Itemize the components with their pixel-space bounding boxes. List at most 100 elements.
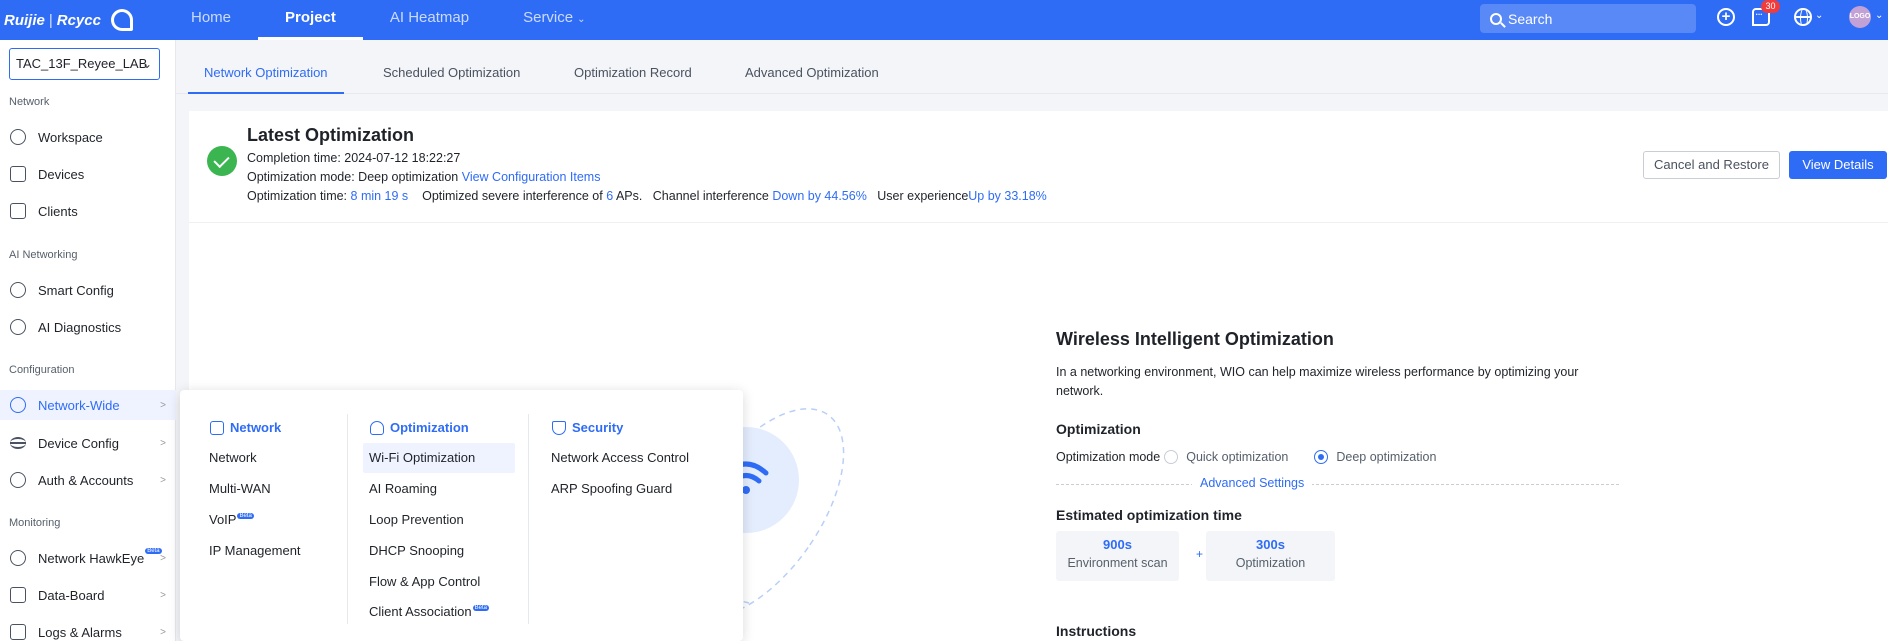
nav-service[interactable]: Service ⌄ [496,0,612,40]
optimization-time: 300s Optimization [1206,531,1335,581]
menu-security-title-label: Security [572,420,624,435]
chevron-down-icon: ⌄ [141,57,152,71]
menu-item-multi-wan[interactable]: Multi-WAN [203,474,271,504]
menu-item-loop-prevention[interactable]: Loop Prevention [363,505,464,535]
chevron-right-icon: > [160,399,166,411]
sidebar-item-label: Data-Board [38,587,105,603]
optimization-mode-field: Optimization mode Quick optimization Dee… [1056,450,1458,464]
menu-item-ip-management[interactable]: IP Management [203,536,301,566]
sidebar-item-label: Network-Wide [38,397,120,413]
quick-optimization-radio[interactable] [1164,450,1179,464]
deep-optimization-radio[interactable] [1314,450,1329,464]
sidebar-item-logs-alarms[interactable]: Logs & Alarms > [0,617,176,641]
optimization-mode-label: Optimization mode [1056,450,1161,464]
instructions-title: Instructions [1056,623,1137,639]
add-icon[interactable]: + [1717,8,1735,26]
sidebar-item-device-config[interactable]: Device Config > [0,428,176,458]
severe-suffix: APs. [613,189,643,203]
eye-icon [10,550,26,566]
menu-network-title-label: Network [230,420,282,435]
chevron-down-icon[interactable]: ⌄ [1875,10,1883,21]
tab-optimization-record[interactable]: Optimization Record [574,40,692,94]
ruijie-reyee-logo[interactable]: Ruijie | Rcycc [4,9,164,31]
cancel-restore-button[interactable]: Cancel and Restore [1643,151,1780,179]
logs-icon [10,624,26,640]
mode-label: Optimization mode: [247,170,359,184]
environment-scan-label: Environment scan [1067,556,1168,570]
search-icon [1490,12,1502,25]
sidebar-item-label: Smart Config [38,282,114,298]
deep-optimization-label[interactable]: Deep optimization [1336,450,1436,464]
sidebar-item-label: Workspace [38,129,103,145]
view-configuration-link[interactable]: View Configuration Items [462,170,601,184]
chevron-down-icon[interactable]: ⌄ [1815,10,1823,21]
view-details-button[interactable]: View Details [1789,151,1887,179]
beta-badge: Beta [145,548,162,554]
menu-item-arp-spoofing-guard[interactable]: ARP Spoofing Guard [545,474,672,504]
mode-value: Deep optimization [358,170,459,184]
sidebar-item-network-wide[interactable]: Network-Wide > [0,390,176,420]
sidebar: TAC_13F_Reyee_LAB ⌄ Network Workspace De… [0,40,176,641]
sidebar-group-configuration: Configuration [9,364,75,376]
sidebar-group-network: Network [9,96,50,108]
menu-item-flow-app-control[interactable]: Flow & App Control [363,567,480,597]
sidebar-item-network-hawkeye[interactable]: Network HawkEye Beta > [0,543,176,573]
sidebar-item-label: Auth & Accounts [38,472,134,488]
data-board-icon [10,587,26,603]
estimated-time-title: Estimated optimization time [1056,507,1242,523]
network-topology-icon [210,420,224,435]
sidebar-item-ai-diagnostics[interactable]: AI Diagnostics [0,312,176,342]
nav-project[interactable]: Project [258,0,363,40]
sliders-icon [10,437,26,449]
sidebar-item-clients[interactable]: Clients [0,196,176,226]
sidebar-item-data-board[interactable]: Data-Board > [0,580,176,610]
sidebar-item-label: Network HawkEye [38,550,145,566]
menu-optimization-title-label: Optimization [390,420,469,435]
network-wide-menu: Network Network Multi-WAN VoIP Beta IP Ma… [180,390,743,641]
search-input[interactable]: Search [1480,4,1696,33]
chevron-right-icon: > [160,474,166,486]
nav-ai-heatmap[interactable]: AI Heatmap [363,0,496,40]
chevron-down-icon: ⌄ [577,14,586,25]
menu-item-network[interactable]: Network [203,443,257,473]
clients-icon [10,203,26,219]
environment-scan-time: 900s Environment scan [1056,531,1179,581]
avatar[interactable]: LOGO [1849,6,1871,28]
sidebar-item-label: Device Config [38,435,119,451]
optimization-time-value: 300s [1256,537,1285,552]
tab-advanced-optimization[interactable]: Advanced Optimization [745,40,879,94]
menu-item-voip[interactable]: VoIP Beta [203,505,254,535]
cloud-icon [370,420,384,435]
sidebar-item-auth-accounts[interactable]: Auth & Accounts > [0,465,176,495]
menu-item-client-association[interactable]: Client Association Beta [363,597,489,627]
sidebar-group-ai-networking: AI Networking [9,249,78,261]
quick-optimization-label[interactable]: Quick optimization [1186,450,1288,464]
chevron-right-icon: > [160,589,166,601]
sidebar-item-workspace[interactable]: Workspace [0,122,176,152]
language-globe-icon[interactable] [1794,8,1812,26]
time-label: Optimization time: [247,189,351,203]
menu-item-network-access-control[interactable]: Network Access Control [545,443,689,473]
tab-scheduled-optimization[interactable]: Scheduled Optimization [383,40,520,94]
time-value: 8 min 19 s [350,189,409,203]
optimization-tabs: Network Optimization Scheduled Optimizat… [176,40,1888,94]
logo-sub: Rcycc [56,11,101,29]
beta-badge: Beta [237,513,254,519]
nav-home[interactable]: Home [164,0,258,40]
reyee-mark-icon [110,9,133,31]
sidebar-item-label: AI Diagnostics [38,319,122,335]
sidebar-item-label: Devices [38,166,85,182]
menu-item-dhcp-snooping[interactable]: DHCP Snooping [363,536,464,566]
tab-network-optimization[interactable]: Network Optimization [188,40,344,94]
menu-item-wifi-optimization[interactable]: Wi-Fi Optimization [363,443,515,473]
completion-time: Completion time: 2024-07-12 18:22:27 [247,151,460,165]
advanced-settings-link[interactable]: Advanced Settings [1192,476,1313,490]
menu-item-ai-roaming[interactable]: AI Roaming [363,474,437,504]
sidebar-item-label: Clients [38,203,78,219]
project-select[interactable]: TAC_13F_Reyee_LAB ⌄ [9,48,160,80]
sidebar-item-devices[interactable]: Devices [0,159,176,189]
search-placeholder: Search [1508,10,1553,27]
chevron-right-icon: > [160,626,166,638]
sidebar-item-smart-config[interactable]: Smart Config [0,275,176,305]
workspace-icon [10,129,26,145]
